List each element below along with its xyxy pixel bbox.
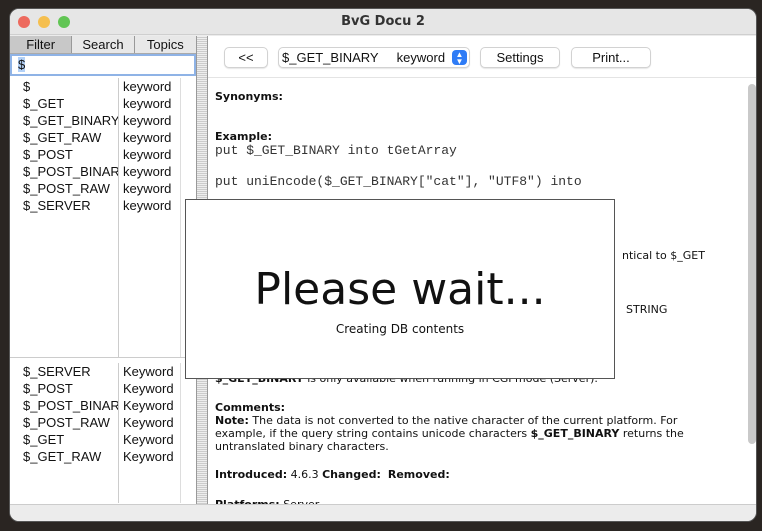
- column-divider: [118, 363, 119, 503]
- introduced-label: Introduced:: [215, 468, 288, 481]
- left-tabs: Filter Search Topics: [10, 36, 196, 54]
- synonyms-label: Synonyms:: [215, 90, 283, 103]
- entry-select[interactable]: $_GET_BINARY keyword ▲ ▼: [278, 47, 470, 68]
- example-code-1: put $_GET_BINARY into tGetArray: [215, 143, 457, 158]
- introduced-value: 4.6.3: [287, 468, 323, 481]
- item-name: $_SERVER: [23, 364, 91, 379]
- window-title: BvG Docu 2: [341, 14, 425, 29]
- entry-type: keyword: [396, 50, 446, 65]
- note-label: Note:: [215, 414, 249, 427]
- list-item[interactable]: $_POST keyword: [10, 146, 196, 163]
- item-type: keyword: [123, 130, 172, 145]
- list-item[interactable]: $_POST_RAW keyword: [10, 180, 196, 197]
- settings-button[interactable]: Settings: [480, 47, 560, 68]
- item-type: keyword: [123, 164, 172, 179]
- item-name: $_GET_BINARY: [23, 113, 118, 128]
- list-item[interactable]: $_POST Keyword: [10, 380, 196, 397]
- print-button[interactable]: Print...: [571, 47, 651, 68]
- item-name: $_POST_BINARY: [23, 164, 118, 179]
- back-button[interactable]: <<: [224, 47, 268, 68]
- doc-scrollbar[interactable]: [748, 84, 756, 444]
- zoom-window-button[interactable]: [58, 16, 70, 28]
- bottom-bar: [10, 504, 756, 521]
- item-type: keyword: [123, 96, 172, 111]
- item-name: $_SERVER: [23, 198, 91, 213]
- item-type: Keyword: [123, 432, 174, 447]
- filter-value: $: [18, 57, 26, 72]
- column-divider: [118, 78, 119, 357]
- filter-input[interactable]: $: [10, 54, 196, 76]
- example-code-2: put uniEncode($_GET_BINARY["cat"], "UTF8…: [215, 174, 582, 189]
- tab-search[interactable]: Search: [72, 36, 135, 53]
- item-name: $_POST_RAW: [23, 415, 110, 430]
- results-list[interactable]: $ keyword $_GET keyword $_GET_BINARY keyword $…: [10, 78, 196, 358]
- chevron-up-down-icon: ▲ ▼: [452, 50, 467, 66]
- item-name: $_POST: [23, 381, 73, 396]
- partial-text: ntical to $_GET: [622, 249, 705, 262]
- related-scrollbar[interactable]: [180, 363, 196, 503]
- item-type: keyword: [123, 198, 172, 213]
- item-type: keyword: [123, 181, 172, 196]
- version-info: Introduced: 4.6.3 Changed: Removed:: [215, 468, 450, 481]
- dialog-message: Creating DB contents: [335, 322, 465, 336]
- comments-label: Comments:: [215, 401, 286, 414]
- list-item[interactable]: $_GET_RAW keyword: [10, 129, 196, 146]
- item-type: Keyword: [123, 398, 174, 413]
- tab-topics[interactable]: Topics: [135, 36, 196, 53]
- note-text: Note: The data is not converted to the n…: [215, 414, 730, 453]
- list-item[interactable]: $_POST_BINARY Keyword: [10, 397, 196, 414]
- minimize-window-button[interactable]: [38, 16, 50, 28]
- item-type: Keyword: [123, 415, 174, 430]
- doc-toolbar: << $_GET_BINARY keyword ▲ ▼ Settings Prin…: [208, 36, 756, 78]
- entry-name: $_GET_BINARY: [282, 50, 379, 65]
- title-bar: BvG Docu 2: [10, 9, 756, 35]
- list-item[interactable]: $_GET keyword: [10, 95, 196, 112]
- list-item[interactable]: $_GET_BINARY keyword: [10, 112, 196, 129]
- item-type: keyword: [123, 79, 172, 94]
- term: $_GET_BINARY: [530, 427, 620, 440]
- changed-label: Changed:: [322, 468, 381, 481]
- related-list[interactable]: $_SERVER Keyword $_POST Keyword $_POST_BINAR…: [10, 363, 196, 503]
- item-type: Keyword: [123, 449, 174, 464]
- example-label: Example:: [215, 130, 272, 143]
- dialog-title: Please wait...: [254, 264, 546, 315]
- item-type: Keyword: [123, 381, 174, 396]
- item-name: $_GET: [23, 432, 65, 447]
- list-item[interactable]: $_POST_BINARY keyword: [10, 163, 196, 180]
- item-name: $_POST: [23, 147, 73, 162]
- item-type: keyword: [123, 147, 172, 162]
- list-item[interactable]: $_GET Keyword: [10, 431, 196, 448]
- item-name: $: [23, 79, 31, 94]
- item-type: keyword: [123, 113, 172, 128]
- removed-label: Removed:: [387, 468, 450, 481]
- item-type: Keyword: [123, 364, 174, 379]
- list-item[interactable]: $_SERVER keyword: [10, 197, 196, 214]
- close-window-button[interactable]: [18, 16, 30, 28]
- tab-filter[interactable]: Filter: [10, 36, 73, 53]
- progress-dialog: Please wait... Creating DB contents: [185, 199, 615, 379]
- item-name: $_GET_RAW: [23, 130, 102, 145]
- list-item[interactable]: $_POST_RAW Keyword: [10, 414, 196, 431]
- partial-text: STRING: [626, 303, 668, 316]
- item-name: $_POST_BINARY: [23, 398, 118, 413]
- item-name: $_GET_RAW: [23, 449, 102, 464]
- list-item[interactable]: $_SERVER Keyword: [10, 363, 196, 380]
- list-item[interactable]: $ keyword: [10, 78, 196, 95]
- list-item[interactable]: $_GET_RAW Keyword: [10, 448, 196, 465]
- item-name: $_GET: [23, 96, 65, 111]
- item-name: $_POST_RAW: [23, 181, 110, 196]
- left-pane: Filter Search Topics $ $ keyword $_GET keyw…: [10, 36, 196, 506]
